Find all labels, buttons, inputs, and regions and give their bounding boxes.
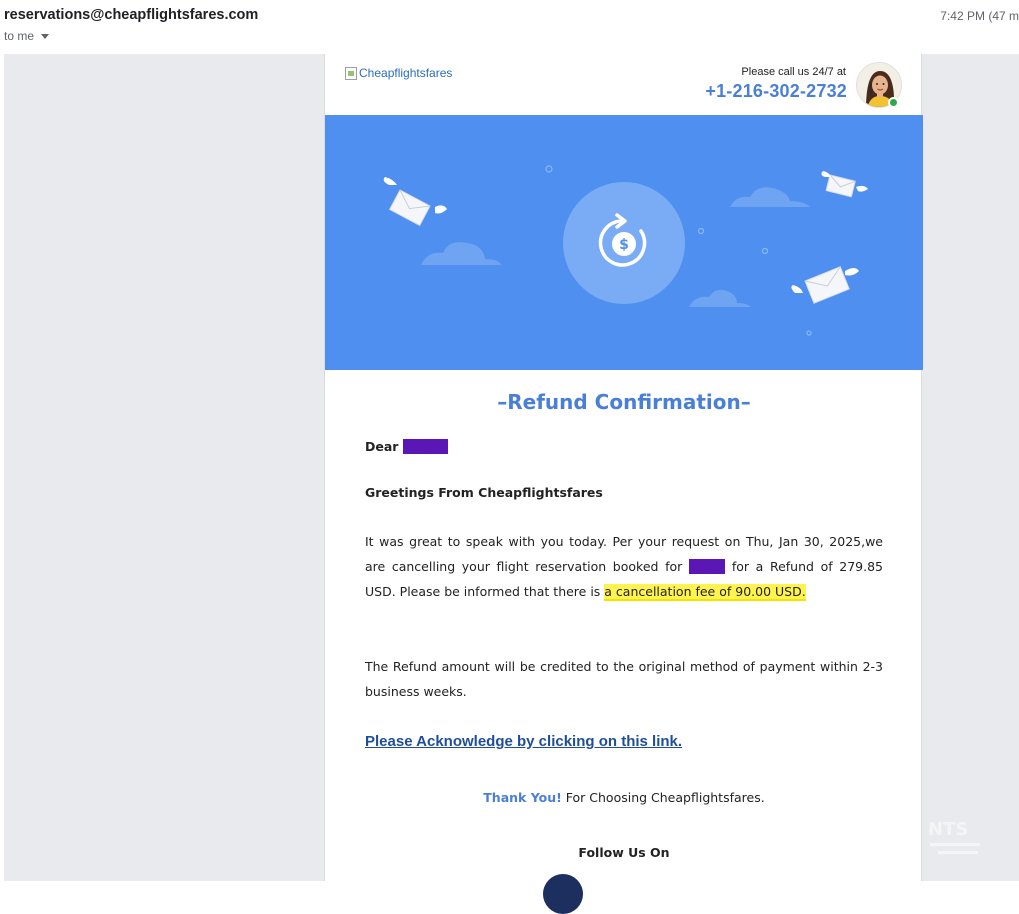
refund-timing-paragraph: The Refund amount will be credited to th…	[365, 659, 883, 699]
recipient-label: to me	[4, 29, 35, 43]
acknowledge-link[interactable]: Please Acknowledge by clicking on this l…	[365, 733, 682, 750]
watermark-logo: NTS	[928, 819, 980, 854]
title-dash-right: –	[740, 390, 751, 414]
email-top-bar: Cheapflightsfares Please call us 24/7 at…	[325, 54, 921, 115]
broken-image-icon	[345, 66, 357, 80]
recipient-details-toggle[interactable]: to me	[4, 29, 50, 43]
thanks-line: Thank You! For Choosing Cheapflightsfare…	[325, 785, 923, 810]
title-row: –Refund Confirmation–	[325, 390, 923, 414]
refund-details-paragraph: It was great to speak with you today. Pe…	[365, 529, 883, 604]
call-label: Please call us 24/7 at	[741, 66, 846, 78]
thank-you-rest: For Choosing Cheapflightsfares.	[561, 790, 765, 805]
flying-envelope-icon	[821, 171, 868, 198]
salutation-prefix: Dear	[365, 439, 403, 454]
caret-down-icon[interactable]	[41, 33, 50, 39]
brand-logo[interactable]: Cheapflightsfares	[345, 66, 452, 80]
follow-us-heading: Follow Us On	[578, 845, 670, 860]
email-title: Refund Confirmation	[507, 390, 741, 414]
cancellation-fee-highlight: a cancellation fee of 90.00 USD.	[604, 584, 806, 599]
message-timestamp: 7:42 PM (47 m	[940, 9, 1019, 23]
phone-link[interactable]: +1-216-302-2732	[705, 81, 847, 102]
salutation: Dear XXXX,	[365, 434, 883, 459]
flying-envelope-icon	[791, 266, 859, 304]
refund-hero-banner: $	[325, 115, 923, 370]
redacted-name: XXXX,	[402, 439, 449, 454]
brand-logo-alt: Cheapflightsfares	[359, 66, 453, 80]
thank-you-label: Thank You!	[483, 790, 562, 805]
redacted-passenger-name: XXXX	[688, 559, 726, 574]
flying-envelope-icon	[383, 177, 447, 227]
online-status-dot	[888, 97, 899, 108]
greeting-line: Greetings From Cheapflightsfares	[365, 485, 603, 500]
title-dash-left: –	[497, 390, 508, 414]
dollar-sign-icon: $	[619, 237, 629, 253]
sender-address[interactable]: reservations@cheapflightsfares.com	[4, 7, 258, 23]
message-header: reservations@cheapflightsfares.com to me…	[0, 0, 1019, 52]
acknowledge-row: Please Acknowledge by clicking on this l…	[365, 729, 883, 754]
svg-text:NTS: NTS	[928, 819, 968, 840]
social-icon[interactable]	[543, 874, 583, 914]
email-card: Cheapflightsfares Please call us 24/7 at…	[324, 54, 923, 914]
hero-illustration: $	[383, 165, 868, 336]
